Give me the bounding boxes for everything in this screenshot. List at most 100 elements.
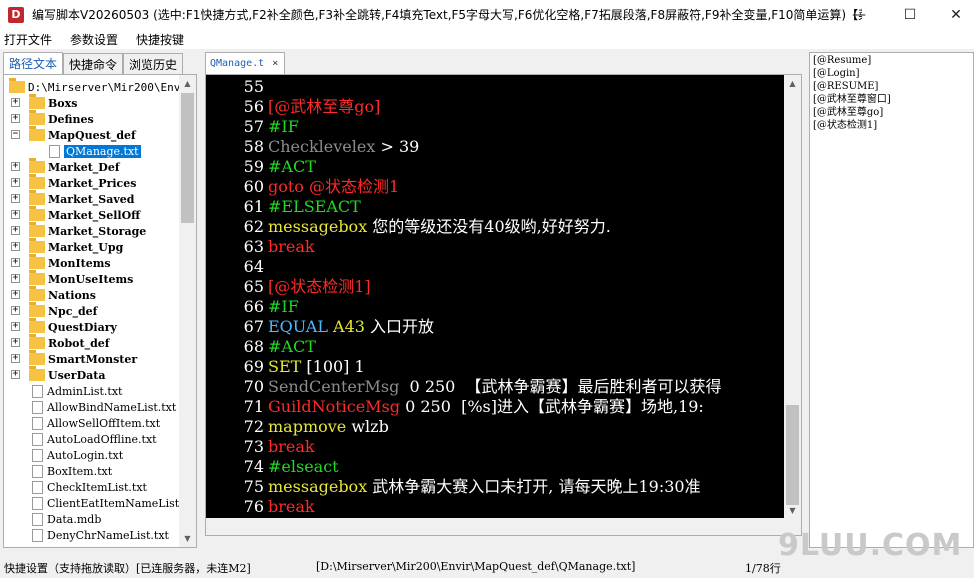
tree-folder[interactable]: + Market_Prices bbox=[11, 174, 136, 191]
tree-scroll-thumb[interactable] bbox=[181, 93, 194, 223]
tree-folder[interactable]: + MonItems bbox=[11, 254, 111, 271]
expand-icon[interactable]: + bbox=[11, 322, 20, 331]
code-line[interactable]: 72 mapmove wlzb bbox=[206, 417, 784, 437]
tree-folder[interactable]: + MonUseItems bbox=[11, 270, 133, 287]
tree-file[interactable]: Data.mdb bbox=[32, 511, 101, 527]
tree-folder[interactable]: + Boxs bbox=[11, 94, 77, 111]
code-line[interactable]: 74 #elseact bbox=[206, 457, 784, 477]
scroll-down-arrow-icon[interactable]: ▼ bbox=[179, 530, 196, 547]
maximize-button[interactable]: ☐ bbox=[887, 0, 933, 29]
tab-path-text[interactable]: 路径文本 bbox=[3, 52, 64, 74]
scroll-up-arrow-icon[interactable]: ▲ bbox=[784, 75, 801, 92]
code-line[interactable]: 75 messagebox 武林争霸大赛入口未打开, 请每天晚上19:30准 bbox=[206, 477, 784, 497]
tree-file[interactable]: AllowBindNameList.txt bbox=[32, 399, 176, 415]
tree-scrollbar[interactable]: ▲ ▼ bbox=[179, 75, 196, 547]
code-line[interactable]: 69 SET [100] 1 bbox=[206, 357, 784, 377]
tree-folder[interactable]: + Nations bbox=[11, 286, 96, 303]
tree-file[interactable]: AllowSellOffItem.txt bbox=[32, 415, 160, 431]
editor-tab[interactable]: QManage.t × bbox=[205, 52, 285, 74]
code-line[interactable]: 63 break bbox=[206, 237, 784, 257]
tree-folder[interactable]: + Market_Def bbox=[11, 158, 120, 175]
tree-folder[interactable]: + Robot_def bbox=[11, 334, 110, 351]
code-line[interactable]: 66 #IF bbox=[206, 297, 784, 317]
tree-folder[interactable]: + SmartMonster bbox=[11, 350, 137, 367]
tree-folder[interactable]: + Market_Saved bbox=[11, 190, 134, 207]
tree-file[interactable]: AdminList.txt bbox=[32, 383, 122, 399]
tree-file[interactable]: BoxItem.txt bbox=[32, 463, 112, 479]
tree-folder[interactable]: + Market_Upg bbox=[11, 238, 123, 255]
code-line[interactable]: 68 #ACT bbox=[206, 337, 784, 357]
expand-icon[interactable]: + bbox=[11, 178, 20, 187]
expand-icon[interactable]: + bbox=[11, 354, 20, 363]
tab-close-icon[interactable]: × bbox=[272, 58, 278, 69]
expand-icon[interactable]: + bbox=[11, 162, 20, 171]
code-line[interactable]: 73 break bbox=[206, 437, 784, 457]
code-line[interactable]: 65 [@状态检测1] bbox=[206, 277, 784, 297]
expand-icon[interactable]: + bbox=[11, 338, 20, 347]
code-line[interactable]: 59 #ACT bbox=[206, 157, 784, 177]
expand-icon[interactable]: + bbox=[11, 98, 20, 107]
tree-root[interactable]: D:\Mirserver\Mir200\Envir bbox=[9, 78, 194, 95]
code-line[interactable]: 55 bbox=[206, 77, 784, 97]
code-token: #elseact bbox=[268, 457, 339, 476]
menu-open-file[interactable]: 打开文件 bbox=[0, 31, 58, 48]
code-line[interactable]: 64 bbox=[206, 257, 784, 277]
expand-icon[interactable]: + bbox=[11, 210, 20, 219]
tree-folder[interactable]: + Market_SellOff bbox=[11, 206, 140, 223]
expand-icon[interactable]: + bbox=[11, 258, 20, 267]
tab-history[interactable]: 浏览历史 bbox=[123, 53, 184, 74]
tree-folder[interactable]: + Defines bbox=[11, 110, 94, 127]
menu-shortcuts[interactable]: 快捷按键 bbox=[132, 31, 190, 48]
editor-scroll-thumb[interactable] bbox=[786, 405, 799, 505]
code-line[interactable]: 57 #IF bbox=[206, 117, 784, 137]
menu-settings[interactable]: 参数设置 bbox=[66, 31, 124, 48]
expand-icon[interactable]: + bbox=[11, 306, 20, 315]
label-item[interactable]: [@RESUME] bbox=[813, 80, 878, 93]
code-line[interactable]: 56 [@武林至尊go] bbox=[206, 97, 784, 117]
expand-icon[interactable]: + bbox=[11, 114, 20, 123]
expand-icon[interactable]: + bbox=[11, 370, 20, 379]
editor-vertical-scrollbar[interactable]: ▲ ▼ bbox=[784, 75, 801, 519]
expand-icon[interactable]: + bbox=[11, 274, 20, 283]
code-token: SET bbox=[268, 357, 302, 376]
tab-quick-commands[interactable]: 快捷命令 bbox=[63, 53, 124, 74]
tree-file-selected[interactable]: QManage.txt bbox=[49, 143, 141, 159]
code-line[interactable]: 58 Checklevelex > 39 bbox=[206, 137, 784, 157]
code-line[interactable]: 71 GuildNoticeMsg 0 250 [%s]进入【武林争霸赛】场地,1… bbox=[206, 397, 784, 417]
code-line[interactable]: 61 #ELSEACT bbox=[206, 197, 784, 217]
scroll-up-arrow-icon[interactable]: ▲ bbox=[179, 75, 196, 92]
tree-folder[interactable]: + Market_Storage bbox=[11, 222, 146, 239]
collapse-icon[interactable]: − bbox=[11, 130, 20, 139]
code-line[interactable]: 76 break bbox=[206, 497, 784, 517]
scroll-down-arrow-icon[interactable]: ▼ bbox=[784, 502, 801, 519]
label-item[interactable]: [@武林至尊窗口] bbox=[813, 93, 891, 106]
tree-file[interactable]: DenyChrNameList.txt bbox=[32, 527, 169, 543]
editor-horizontal-scrollbar[interactable] bbox=[206, 518, 784, 535]
code-line[interactable]: 70 SendCenterMsg 0 250 【武林争霸赛】最后胜利者可以获得 bbox=[206, 377, 784, 397]
label-item[interactable]: [@状态检测1] bbox=[813, 119, 877, 132]
label-item[interactable]: [@Login] bbox=[813, 67, 860, 80]
file-tree[interactable]: D:\Mirserver\Mir200\Envir ▲ ▼ + Boxs + Defi… bbox=[3, 74, 197, 548]
close-button[interactable]: ✕ bbox=[933, 0, 974, 29]
expand-icon[interactable]: + bbox=[11, 194, 20, 203]
label-item[interactable]: [@武林至尊go] bbox=[813, 106, 883, 119]
expand-icon[interactable]: + bbox=[11, 290, 20, 299]
tree-file[interactable]: AutoLoadOffline.txt bbox=[32, 431, 157, 447]
expand-icon[interactable]: + bbox=[11, 226, 20, 235]
tree-file[interactable]: CheckItemList.txt bbox=[32, 479, 147, 495]
code-editor[interactable]: 7776break75messagebox 武林争霸大赛入口未打开, 请每天晚上… bbox=[205, 74, 802, 536]
tree-folder[interactable]: − MapQuest_def bbox=[11, 126, 136, 143]
label-item[interactable]: [@Resume] bbox=[813, 54, 871, 67]
expand-icon[interactable]: + bbox=[11, 242, 20, 251]
tree-folder[interactable]: + Npc_def bbox=[11, 302, 97, 319]
code-line[interactable]: 62 messagebox 您的等级还没有40级哟,好好努力. bbox=[206, 217, 784, 237]
tree-file[interactable]: AutoLogin.txt bbox=[32, 447, 123, 463]
tree-file[interactable]: ClientEatItemNameList bbox=[32, 495, 179, 511]
minimize-button[interactable]: — bbox=[836, 0, 882, 29]
label-list[interactable]: [@Resume] [@Login] [@RESUME] [@武林至尊窗口] [@武林至… bbox=[809, 52, 974, 548]
code-line[interactable]: 67 EQUAL A43 入口开放 bbox=[206, 317, 784, 337]
code-line[interactable]: 60 goto @状态检测1 bbox=[206, 177, 784, 197]
tree-folder[interactable]: + QuestDiary bbox=[11, 318, 117, 335]
editor-tab-title: QManage.t bbox=[210, 58, 265, 69]
tree-folder[interactable]: + UserData bbox=[11, 366, 105, 383]
